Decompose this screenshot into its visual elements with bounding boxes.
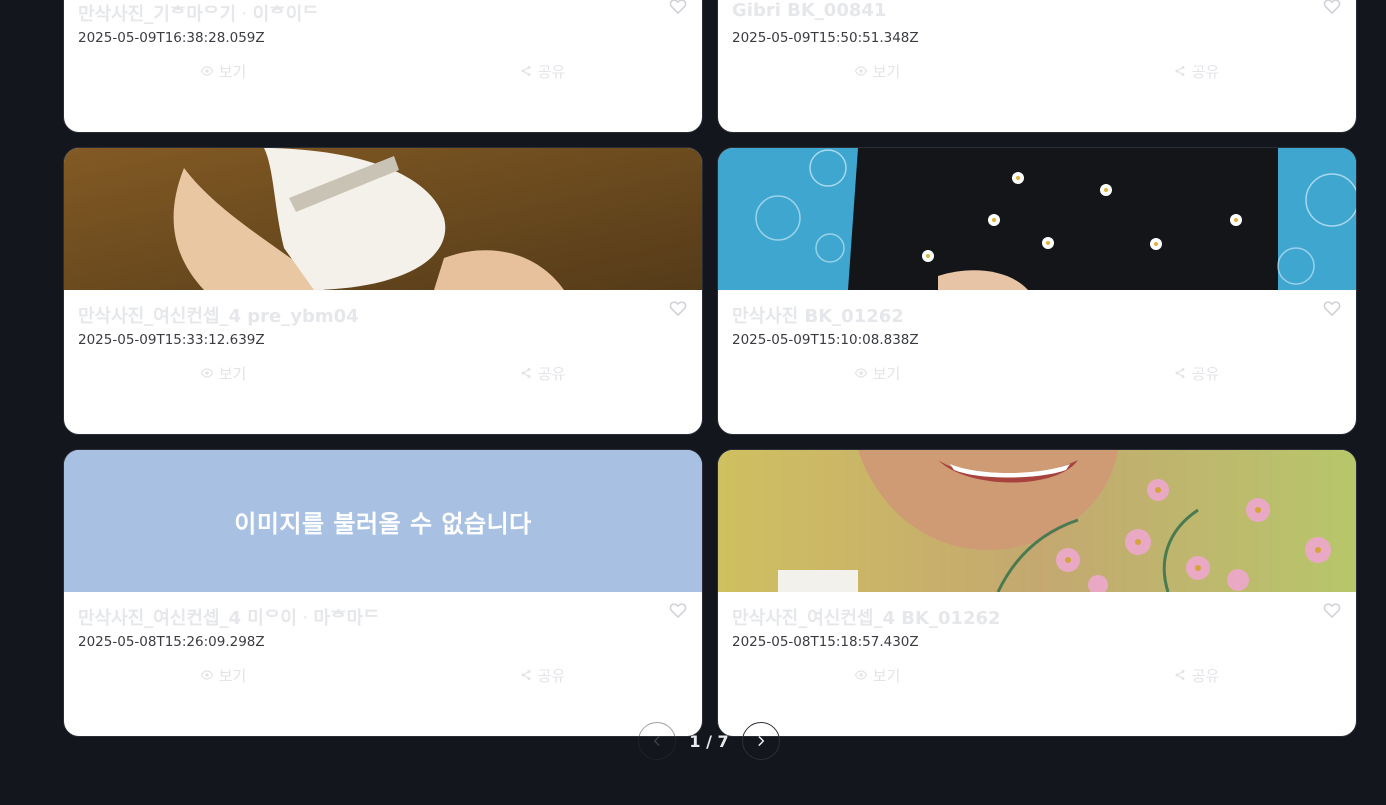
page-indicator: 1 / 7 bbox=[689, 731, 729, 751]
card-title: 만삭사진_여신컨셉_4 BK_01262 bbox=[732, 608, 1001, 629]
share-button[interactable]: 공유 bbox=[383, 58, 702, 84]
card-date: 2025-05-09T15:33:12.639Z bbox=[78, 332, 265, 348]
view-button[interactable]: 보기 bbox=[64, 360, 383, 386]
card-date: 2025-05-09T15:50:51.348Z bbox=[732, 30, 919, 46]
view-label: 보기 bbox=[872, 666, 901, 685]
eye-icon bbox=[854, 670, 867, 680]
card-title: Gibri BK_00841 bbox=[732, 0, 887, 21]
gallery-card[interactable]: 만삭사진_기ᄒ마ᄋ기ᆞ이ᄒ이ᄃ 2025-05-09T16:38:28.059Z… bbox=[63, 0, 703, 133]
share-label: 공유 bbox=[1191, 666, 1220, 685]
image-error-text: 이미지를 불러올 수 없습니다 bbox=[234, 509, 532, 538]
heart-icon[interactable] bbox=[1322, 298, 1342, 318]
card-thumbnail-placeholder[interactable]: 이미지를 불러올 수 없습니다 bbox=[64, 450, 702, 592]
share-icon bbox=[521, 368, 531, 378]
share-label: 공유 bbox=[537, 666, 566, 685]
eye-icon bbox=[200, 670, 213, 680]
share-icon bbox=[521, 670, 531, 680]
eye-icon bbox=[854, 368, 867, 378]
share-button[interactable]: 공유 bbox=[1037, 662, 1356, 688]
share-icon bbox=[1175, 66, 1185, 76]
share-icon bbox=[1175, 670, 1185, 680]
eye-icon bbox=[200, 66, 213, 76]
card-actions: 보기 공유 bbox=[718, 58, 1356, 84]
gallery-grid: 만삭사진_기ᄒ마ᄋ기ᆞ이ᄒ이ᄃ 2025-05-09T16:38:28.059Z… bbox=[63, 0, 1357, 737]
view-button[interactable]: 보기 bbox=[64, 662, 383, 688]
gallery-card[interactable]: 이미지를 불러올 수 없습니다 만삭사진_여신컨셉_4 미ᄋ이ᆞ마ᄒ마ᄃ 202… bbox=[63, 449, 703, 737]
card-actions: 보기 공유 bbox=[718, 662, 1356, 688]
card-actions: 보기 공유 bbox=[64, 662, 702, 688]
share-label: 공유 bbox=[537, 62, 566, 81]
heart-icon[interactable] bbox=[668, 600, 688, 620]
share-label: 공유 bbox=[537, 364, 566, 383]
view-button[interactable]: 보기 bbox=[718, 360, 1037, 386]
heart-icon[interactable] bbox=[668, 0, 688, 16]
share-label: 공유 bbox=[1191, 364, 1220, 383]
card-thumbnail[interactable] bbox=[718, 148, 1356, 290]
card-actions: 보기 공유 bbox=[64, 360, 702, 386]
chevron-left-icon bbox=[653, 736, 660, 746]
share-label: 공유 bbox=[1191, 62, 1220, 81]
card-title: 만삭사진_여신컨셉_4 pre_ybm04 bbox=[78, 306, 359, 327]
eye-icon bbox=[854, 66, 867, 76]
view-label: 보기 bbox=[872, 62, 901, 81]
card-thumbnail[interactable] bbox=[718, 450, 1356, 592]
view-button[interactable]: 보기 bbox=[718, 58, 1037, 84]
share-button[interactable]: 공유 bbox=[383, 360, 702, 386]
next-page-button[interactable] bbox=[742, 722, 780, 760]
share-icon bbox=[1175, 368, 1185, 378]
pagination: 1 / 7 bbox=[638, 722, 780, 760]
share-icon bbox=[521, 66, 531, 76]
eye-icon bbox=[200, 368, 213, 378]
view-button[interactable]: 보기 bbox=[64, 58, 383, 84]
heart-icon[interactable] bbox=[1322, 600, 1342, 620]
card-title: 만삭사진 BK_01262 bbox=[732, 306, 904, 327]
gallery-card[interactable]: Gibri BK_00841 2025-05-09T15:50:51.348Z … bbox=[717, 0, 1357, 133]
gallery-card[interactable]: 만삭사진 BK_01262 2025-05-09T15:10:08.838Z 보… bbox=[717, 147, 1357, 435]
view-label: 보기 bbox=[218, 62, 247, 81]
gallery-card[interactable]: 만삭사진_여신컨셉_4 BK_01262 2025-05-08T15:18:57… bbox=[717, 449, 1357, 737]
view-label: 보기 bbox=[872, 364, 901, 383]
view-button[interactable]: 보기 bbox=[718, 662, 1037, 688]
card-actions: 보기 공유 bbox=[718, 360, 1356, 386]
share-button[interactable]: 공유 bbox=[1037, 58, 1356, 84]
card-date: 2025-05-09T16:38:28.059Z bbox=[78, 30, 265, 46]
heart-icon[interactable] bbox=[668, 298, 688, 318]
card-title: 만삭사진_여신컨셉_4 미ᄋ이ᆞ마ᄒ마ᄃ bbox=[78, 608, 380, 629]
card-date: 2025-05-08T15:18:57.430Z bbox=[732, 634, 919, 650]
card-date: 2025-05-08T15:26:09.298Z bbox=[78, 634, 265, 650]
card-actions: 보기 공유 bbox=[64, 58, 702, 84]
card-date: 2025-05-09T15:10:08.838Z bbox=[732, 332, 919, 348]
card-thumbnail[interactable] bbox=[64, 148, 702, 290]
gallery-card[interactable]: 만삭사진_여신컨셉_4 pre_ybm04 2025-05-09T15:33:1… bbox=[63, 147, 703, 435]
share-button[interactable]: 공유 bbox=[1037, 360, 1356, 386]
view-label: 보기 bbox=[218, 364, 247, 383]
view-label: 보기 bbox=[218, 666, 247, 685]
prev-page-button[interactable] bbox=[638, 722, 676, 760]
heart-icon[interactable] bbox=[1322, 0, 1342, 16]
card-title: 만삭사진_기ᄒ마ᄋ기ᆞ이ᄒ이ᄃ bbox=[78, 4, 319, 25]
chevron-right-icon bbox=[758, 736, 765, 746]
share-button[interactable]: 공유 bbox=[383, 662, 702, 688]
